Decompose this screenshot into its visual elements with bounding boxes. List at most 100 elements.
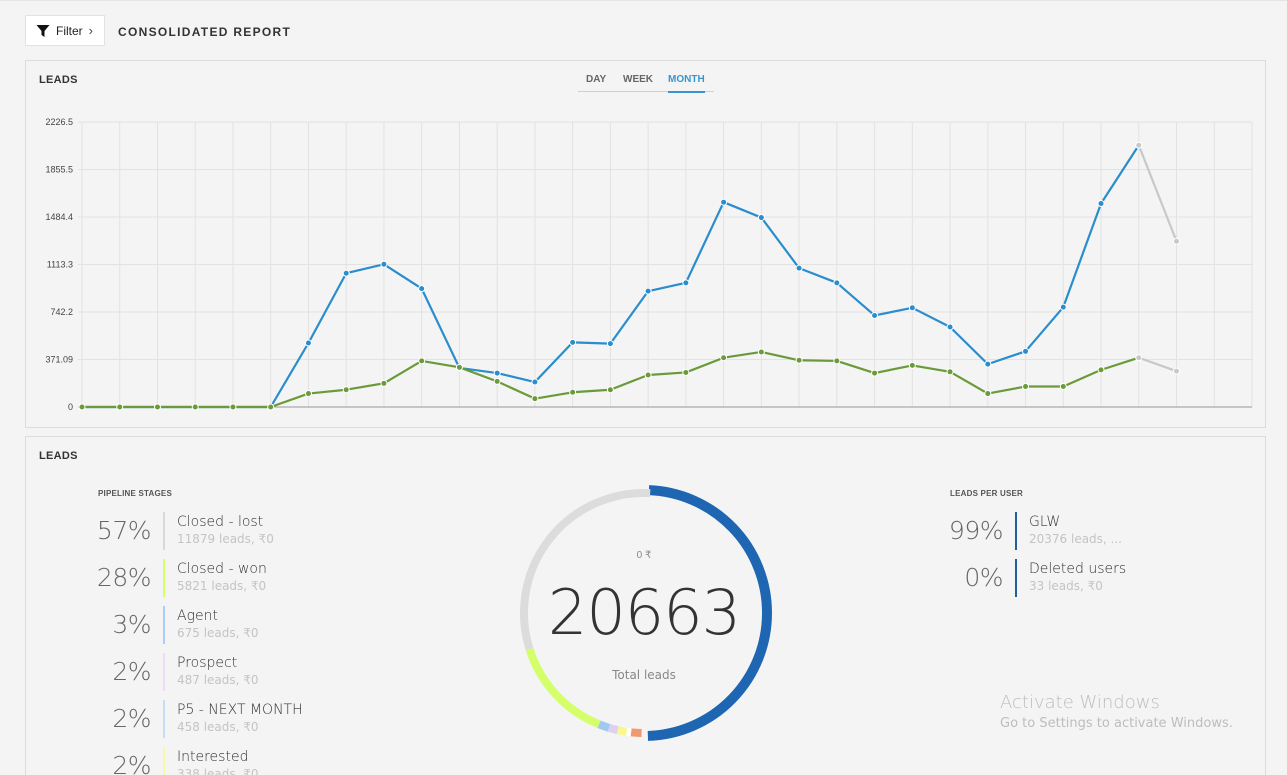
- user-percent: 0%: [964, 563, 1003, 592]
- data-point: [908, 361, 916, 369]
- stage-percent: 2%: [112, 657, 151, 686]
- data-point: [644, 287, 652, 295]
- data-point: [531, 378, 539, 386]
- data-point: [1022, 383, 1030, 391]
- data-point: [1097, 366, 1105, 374]
- data-point: [304, 339, 312, 347]
- page-title: CONSOLIDATED REPORT: [118, 25, 292, 39]
- data-point: [606, 386, 614, 394]
- data-point: [304, 390, 312, 398]
- total-leads-value: 20663: [547, 576, 741, 649]
- data-point: [153, 403, 161, 411]
- data-point: [984, 390, 992, 398]
- data-point: [682, 368, 690, 376]
- data-point: [682, 279, 690, 287]
- y-tick-label: 1855.5: [45, 164, 73, 174]
- watermark-title: Activate Windows: [1000, 692, 1160, 713]
- stage-meta: 675 leads, ₹0: [177, 626, 259, 640]
- stage-meta: 11879 leads, ₹0: [177, 532, 274, 546]
- data-point: [946, 368, 954, 376]
- data-point: [1135, 141, 1143, 149]
- data-point: [229, 403, 237, 411]
- donut-segment: [597, 720, 611, 732]
- stage-name: Closed - lost: [177, 514, 264, 530]
- leads-panel-title: LEADS: [39, 450, 78, 462]
- stage-meta: 458 leads, ₹0: [177, 720, 259, 734]
- data-point: [191, 403, 199, 411]
- stage-percent: 3%: [112, 610, 151, 639]
- data-point: [531, 395, 539, 403]
- data-point: [569, 388, 577, 396]
- stage-name: Agent: [177, 608, 218, 624]
- y-tick-label: 1113.3: [47, 259, 73, 269]
- donut-segment: [616, 726, 628, 736]
- data-point: [757, 348, 765, 356]
- user-percent: 99%: [948, 516, 1004, 545]
- data-point: [644, 371, 652, 379]
- data-point: [908, 304, 916, 312]
- funnel-icon: [36, 24, 50, 37]
- data-point: [833, 279, 841, 287]
- data-point: [795, 264, 803, 272]
- y-tick-label: 1484.4: [45, 212, 73, 222]
- user-color-bar: [1015, 512, 1017, 550]
- donut-segment: [525, 647, 601, 728]
- data-point: [720, 354, 728, 362]
- data-point: [757, 214, 765, 222]
- filter-label: Filter: [56, 23, 83, 38]
- stage-color-bar: [163, 606, 165, 644]
- user-meta: 20376 leads, ...: [1029, 532, 1122, 546]
- leads-line-chart: 0 371.09 742.2 1113.3 1484.4 1855.5 2226.5: [45, 117, 1253, 412]
- data-point: [418, 357, 426, 365]
- stage-color-bar: [163, 700, 165, 738]
- stage-percent: 28%: [96, 563, 152, 592]
- data-point: [380, 260, 388, 268]
- y-tick-label: 2226.5: [45, 117, 73, 127]
- stage-name: P5 - NEXT MONTH: [177, 702, 303, 718]
- stage-color-bar: [163, 559, 165, 597]
- data-point: [871, 369, 879, 377]
- stage-meta: 487 leads, ₹0: [177, 673, 259, 687]
- leads-per-user-title: LEADS PER USER: [950, 489, 1024, 498]
- donut-segment: [607, 723, 619, 734]
- data-point: [1173, 367, 1181, 375]
- stage-color-bar: [163, 653, 165, 691]
- data-point: [871, 311, 879, 319]
- data-point: [342, 386, 350, 394]
- watermark-subtitle: Go to Settings to activate Windows.: [1000, 716, 1233, 731]
- data-point: [380, 379, 388, 387]
- filter-button[interactable]: Filter ›: [25, 15, 105, 46]
- data-point: [493, 377, 501, 385]
- stage-name: Closed - won: [177, 561, 267, 577]
- user-name: Deleted users: [1029, 561, 1127, 577]
- stage-percent: 2%: [112, 704, 151, 733]
- stage-percent: 2%: [112, 751, 151, 775]
- donut-amount: 0 ₹: [636, 550, 652, 561]
- leads-chart-panel: LEADS DAY WEEK MONTH 0 371.09 742.2 1113.3 1…: [25, 60, 1266, 428]
- data-point: [267, 403, 275, 411]
- donut-segment: [626, 727, 632, 737]
- data-point: [116, 403, 124, 411]
- data-point: [946, 323, 954, 331]
- series-line: [1137, 144, 1178, 242]
- stage-percent: 57%: [96, 516, 152, 545]
- stage-name: Interested: [177, 749, 249, 765]
- y-tick-label: 371.09: [45, 354, 73, 364]
- data-point: [418, 285, 426, 293]
- data-point: [569, 338, 577, 346]
- data-point: [493, 369, 501, 377]
- data-point: [1173, 237, 1181, 245]
- data-point: [78, 403, 86, 411]
- stage-name: Prospect: [177, 655, 238, 671]
- top-bar: Filter › CONSOLIDATED REPORT: [0, 0, 1287, 58]
- data-point: [1059, 383, 1067, 391]
- user-meta: 33 leads, ₹0: [1029, 579, 1103, 593]
- user-name: GLW: [1029, 514, 1061, 530]
- stage-meta: 338 leads, ₹0: [177, 767, 259, 775]
- stage-color-bar: [163, 512, 165, 550]
- y-tick-label: 0: [68, 402, 73, 412]
- donut-segment: [630, 728, 642, 737]
- data-point: [342, 269, 350, 277]
- data-point: [984, 360, 992, 368]
- pipeline-stages-title: PIPELINE STAGES: [98, 489, 172, 498]
